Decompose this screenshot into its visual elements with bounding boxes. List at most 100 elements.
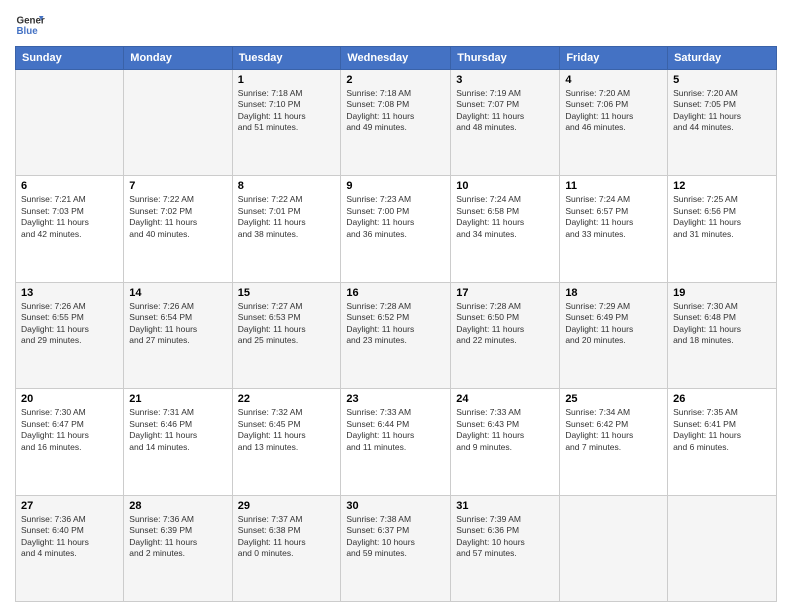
day-number: 5	[673, 74, 771, 86]
calendar-cell: 18 Sunrise: 7:29 AM Sunset: 6:49 PM Dayli…	[560, 282, 668, 388]
calendar-week-2: 6 Sunrise: 7:21 AM Sunset: 7:03 PM Daylig…	[16, 176, 777, 282]
day-info: Sunrise: 7:31 AM Sunset: 6:46 PM Dayligh…	[129, 407, 226, 453]
day-info: Sunrise: 7:20 AM Sunset: 7:06 PM Dayligh…	[565, 88, 662, 134]
calendar-cell: 12 Sunrise: 7:25 AM Sunset: 6:56 PM Dayli…	[668, 176, 777, 282]
calendar-cell: 17Sunrise: 7:28 AM Sunset: 6:50 PM Dayli…	[451, 282, 560, 388]
day-number: 4	[565, 74, 662, 86]
day-number: 20	[21, 393, 118, 405]
day-info: Sunrise: 7:30 AM Sunset: 6:47 PM Dayligh…	[21, 407, 118, 453]
logo: General Blue	[15, 10, 45, 40]
day-number: 13	[21, 287, 118, 299]
calendar-week-4: 20 Sunrise: 7:30 AM Sunset: 6:47 PM Dayli…	[16, 389, 777, 495]
calendar-cell: 31 Sunrise: 7:39 AM Sunset: 6:36 PM Dayli…	[451, 495, 560, 601]
day-number: 25	[565, 393, 662, 405]
calendar-page: General Blue SundayMondayTuesdayWednesda…	[0, 0, 792, 612]
day-number: 14	[129, 287, 226, 299]
calendar-cell	[668, 495, 777, 601]
calendar-cell: 4 Sunrise: 7:20 AM Sunset: 7:06 PM Daylig…	[560, 70, 668, 176]
day-info: Sunrise: 7:24 AM Sunset: 6:57 PM Dayligh…	[565, 194, 662, 240]
calendar-header-row: SundayMondayTuesdayWednesdayThursdayFrid…	[16, 47, 777, 70]
day-number: 31	[456, 500, 554, 512]
calendar-cell: 8 Sunrise: 7:22 AM Sunset: 7:01 PM Daylig…	[232, 176, 341, 282]
col-header-tuesday: Tuesday	[232, 47, 341, 70]
day-info: Sunrise: 7:39 AM Sunset: 6:36 PM Dayligh…	[456, 514, 554, 560]
svg-text:Blue: Blue	[17, 26, 39, 37]
day-number: 28	[129, 500, 226, 512]
col-header-sunday: Sunday	[16, 47, 124, 70]
day-number: 12	[673, 180, 771, 192]
calendar-cell: 9Sunrise: 7:23 AM Sunset: 7:00 PM Daylig…	[341, 176, 451, 282]
day-info: Sunrise: 7:34 AM Sunset: 6:42 PM Dayligh…	[565, 407, 662, 453]
col-header-friday: Friday	[560, 47, 668, 70]
day-number: 2	[346, 74, 445, 86]
calendar-cell: 24 Sunrise: 7:33 AM Sunset: 6:43 PM Dayli…	[451, 389, 560, 495]
day-number: 27	[21, 500, 118, 512]
calendar-cell: 26Sunrise: 7:35 AM Sunset: 6:41 PM Dayli…	[668, 389, 777, 495]
day-info: Sunrise: 7:30 AM Sunset: 6:48 PM Dayligh…	[673, 301, 771, 347]
calendar-cell: 22 Sunrise: 7:32 AM Sunset: 6:45 PM Dayli…	[232, 389, 341, 495]
day-number: 29	[238, 500, 336, 512]
day-number: 6	[21, 180, 118, 192]
day-number: 1	[238, 74, 336, 86]
calendar-cell: 14 Sunrise: 7:26 AM Sunset: 6:54 PM Dayli…	[124, 282, 232, 388]
day-number: 21	[129, 393, 226, 405]
calendar-cell: 29 Sunrise: 7:37 AM Sunset: 6:38 PM Dayli…	[232, 495, 341, 601]
day-number: 18	[565, 287, 662, 299]
calendar-cell	[124, 70, 232, 176]
day-number: 23	[346, 393, 445, 405]
day-info: Sunrise: 7:33 AM Sunset: 6:44 PM Dayligh…	[346, 407, 445, 453]
calendar-cell: 7Sunrise: 7:22 AM Sunset: 7:02 PM Daylig…	[124, 176, 232, 282]
day-number: 24	[456, 393, 554, 405]
calendar-cell: 2 Sunrise: 7:18 AM Sunset: 7:08 PM Daylig…	[341, 70, 451, 176]
day-number: 26	[673, 393, 771, 405]
day-info: Sunrise: 7:21 AM Sunset: 7:03 PM Dayligh…	[21, 194, 118, 240]
day-info: Sunrise: 7:28 AM Sunset: 6:52 PM Dayligh…	[346, 301, 445, 347]
calendar-cell: 27 Sunrise: 7:36 AM Sunset: 6:40 PM Dayli…	[16, 495, 124, 601]
day-info: Sunrise: 7:24 AM Sunset: 6:58 PM Dayligh…	[456, 194, 554, 240]
logo-icon: General Blue	[15, 10, 45, 40]
day-info: Sunrise: 7:25 AM Sunset: 6:56 PM Dayligh…	[673, 194, 771, 240]
calendar-cell	[16, 70, 124, 176]
calendar-week-5: 27 Sunrise: 7:36 AM Sunset: 6:40 PM Dayli…	[16, 495, 777, 601]
day-number: 8	[238, 180, 336, 192]
calendar-cell: 10 Sunrise: 7:24 AM Sunset: 6:58 PM Dayli…	[451, 176, 560, 282]
day-info: Sunrise: 7:32 AM Sunset: 6:45 PM Dayligh…	[238, 407, 336, 453]
day-info: Sunrise: 7:33 AM Sunset: 6:43 PM Dayligh…	[456, 407, 554, 453]
calendar-cell: 3Sunrise: 7:19 AM Sunset: 7:07 PM Daylig…	[451, 70, 560, 176]
day-info: Sunrise: 7:36 AM Sunset: 6:40 PM Dayligh…	[21, 514, 118, 560]
calendar-cell: 23 Sunrise: 7:33 AM Sunset: 6:44 PM Dayli…	[341, 389, 451, 495]
calendar-cell: 30 Sunrise: 7:38 AM Sunset: 6:37 PM Dayli…	[341, 495, 451, 601]
col-header-saturday: Saturday	[668, 47, 777, 70]
day-info: Sunrise: 7:23 AM Sunset: 7:00 PM Dayligh…	[346, 194, 445, 240]
calendar-cell: 1Sunrise: 7:18 AM Sunset: 7:10 PM Daylig…	[232, 70, 341, 176]
calendar-cell: 6 Sunrise: 7:21 AM Sunset: 7:03 PM Daylig…	[16, 176, 124, 282]
calendar-cell: 28 Sunrise: 7:36 AM Sunset: 6:39 PM Dayli…	[124, 495, 232, 601]
calendar-cell: 11 Sunrise: 7:24 AM Sunset: 6:57 PM Dayli…	[560, 176, 668, 282]
calendar-cell: 20 Sunrise: 7:30 AM Sunset: 6:47 PM Dayli…	[16, 389, 124, 495]
calendar-cell: 13Sunrise: 7:26 AM Sunset: 6:55 PM Dayli…	[16, 282, 124, 388]
day-number: 10	[456, 180, 554, 192]
day-info: Sunrise: 7:22 AM Sunset: 7:02 PM Dayligh…	[129, 194, 226, 240]
day-number: 22	[238, 393, 336, 405]
col-header-wednesday: Wednesday	[341, 47, 451, 70]
calendar-cell	[560, 495, 668, 601]
calendar-table: SundayMondayTuesdayWednesdayThursdayFrid…	[15, 46, 777, 602]
day-info: Sunrise: 7:22 AM Sunset: 7:01 PM Dayligh…	[238, 194, 336, 240]
day-info: Sunrise: 7:38 AM Sunset: 6:37 PM Dayligh…	[346, 514, 445, 560]
calendar-cell: 15Sunrise: 7:27 AM Sunset: 6:53 PM Dayli…	[232, 282, 341, 388]
calendar-cell: 21 Sunrise: 7:31 AM Sunset: 6:46 PM Dayli…	[124, 389, 232, 495]
calendar-week-1: 1Sunrise: 7:18 AM Sunset: 7:10 PM Daylig…	[16, 70, 777, 176]
day-number: 30	[346, 500, 445, 512]
calendar-week-3: 13Sunrise: 7:26 AM Sunset: 6:55 PM Dayli…	[16, 282, 777, 388]
day-info: Sunrise: 7:37 AM Sunset: 6:38 PM Dayligh…	[238, 514, 336, 560]
calendar-cell: 16Sunrise: 7:28 AM Sunset: 6:52 PM Dayli…	[341, 282, 451, 388]
header: General Blue	[15, 10, 777, 40]
day-info: Sunrise: 7:29 AM Sunset: 6:49 PM Dayligh…	[565, 301, 662, 347]
day-info: Sunrise: 7:19 AM Sunset: 7:07 PM Dayligh…	[456, 88, 554, 134]
day-number: 17	[456, 287, 554, 299]
day-number: 11	[565, 180, 662, 192]
day-info: Sunrise: 7:18 AM Sunset: 7:08 PM Dayligh…	[346, 88, 445, 134]
day-info: Sunrise: 7:36 AM Sunset: 6:39 PM Dayligh…	[129, 514, 226, 560]
calendar-cell: 25 Sunrise: 7:34 AM Sunset: 6:42 PM Dayli…	[560, 389, 668, 495]
day-info: Sunrise: 7:26 AM Sunset: 6:54 PM Dayligh…	[129, 301, 226, 347]
